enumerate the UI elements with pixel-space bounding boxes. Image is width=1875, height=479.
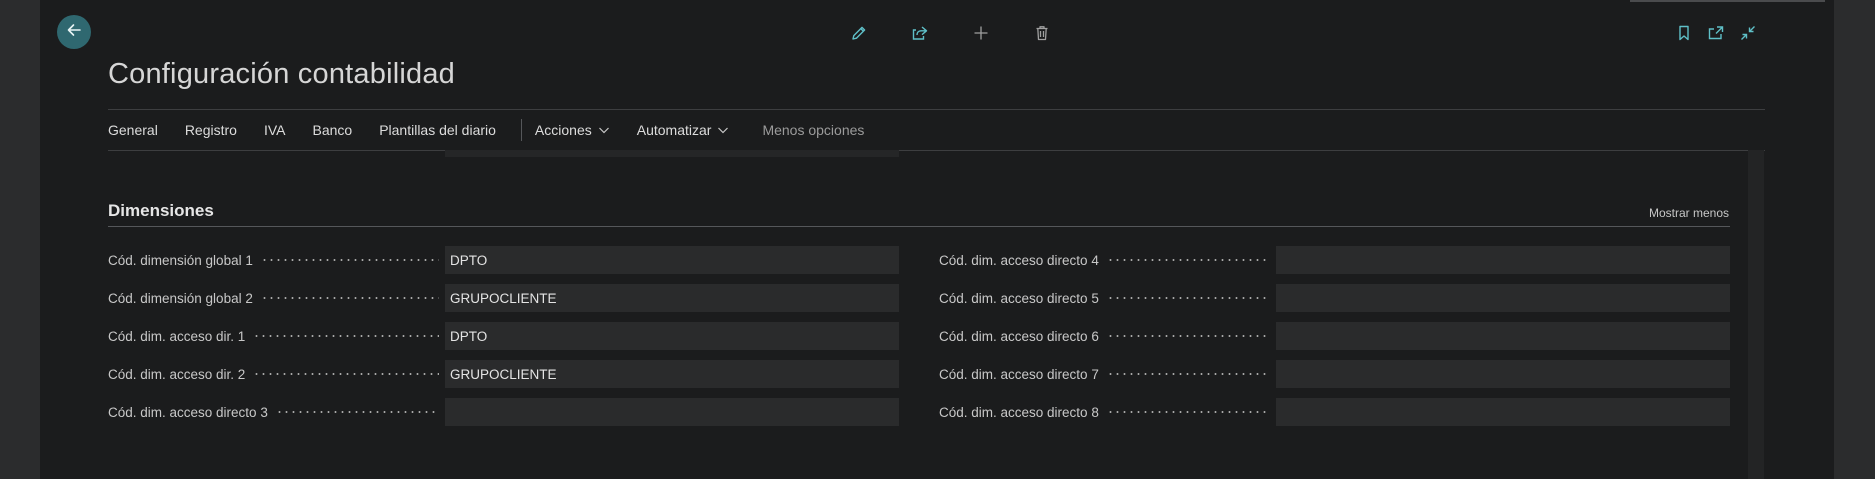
- dotted-leader: [1106, 259, 1270, 261]
- show-less-button[interactable]: Mostrar menos: [1649, 206, 1729, 220]
- field-row: Cód. dim. acceso dir. 1 DPTO: [108, 322, 899, 350]
- tab-registro[interactable]: Registro: [185, 122, 237, 138]
- field-row: Cód. dim. acceso directo 4: [939, 246, 1730, 274]
- dotted-leader: [275, 411, 439, 413]
- shortcut-dimension-3-input[interactable]: [445, 398, 899, 426]
- tab-banco[interactable]: Banco: [312, 122, 352, 138]
- field-row: Cód. dim. acceso dir. 2 GRUPOCLIENTE: [108, 360, 899, 388]
- plus-icon: [972, 24, 990, 47]
- field-label: Cód. dim. acceso directo 4: [939, 252, 1099, 268]
- shortcut-dimension-7-input[interactable]: [1276, 360, 1730, 388]
- dotted-leader: [253, 335, 439, 337]
- arrow-left-icon: [65, 21, 83, 44]
- automate-menu-label: Automatizar: [636, 122, 712, 138]
- field-label: Cód. dim. acceso directo 6: [939, 328, 1099, 344]
- dotted-leader: [1106, 411, 1270, 413]
- shortcut-dimension-1-input[interactable]: DPTO: [445, 322, 899, 350]
- bookmark-icon: [1675, 24, 1693, 47]
- field-label: Cód. dimensión global 2: [108, 290, 253, 306]
- field-row: Cód. dimensión global 1 DPTO: [108, 246, 899, 274]
- field-label: Cód. dim. acceso dir. 1: [108, 328, 246, 344]
- actions-menu-label: Acciones: [534, 122, 592, 138]
- field-label: Cód. dim. acceso directo 7: [939, 366, 1099, 382]
- section-divider: [108, 226, 1730, 227]
- dotted-leader: [260, 297, 439, 299]
- field-row: Cód. dimensión global 2 GRUPOCLIENTE: [108, 284, 899, 312]
- trash-icon: [1033, 24, 1051, 47]
- field-label: Cód. dim. acceso directo 3: [108, 404, 268, 420]
- shortcut-dimension-8-input[interactable]: [1276, 398, 1730, 426]
- dotted-leader: [1106, 335, 1270, 337]
- field-label: Cód. dim. acceso directo 5: [939, 290, 1099, 306]
- dotted-leader: [1106, 297, 1270, 299]
- page-toolbar: [1668, 20, 1764, 50]
- field-row: Cód. dim. acceso directo 6: [939, 322, 1730, 350]
- top-edge-divider: [1630, 0, 1825, 2]
- collapse-button[interactable]: [1732, 20, 1764, 50]
- field-label: Cód. dim. acceso dir. 2: [108, 366, 246, 382]
- field-label: Cód. dimensión global 1: [108, 252, 253, 268]
- page-title: Configuración contabilidad: [108, 58, 455, 90]
- chevron-down-icon: [598, 124, 610, 136]
- field-row: Cód. dim. acceso directo 7: [939, 360, 1730, 388]
- action-bar: General Registro IVA Banco Plantillas de…: [108, 109, 1765, 151]
- nav-divider: [520, 119, 522, 141]
- back-button[interactable]: [57, 15, 91, 49]
- field-row: Cód. dim. acceso directo 3: [108, 398, 899, 426]
- open-new-window-button[interactable]: [1700, 20, 1732, 50]
- shortcut-dimension-6-input[interactable]: [1276, 322, 1730, 350]
- partially-hidden-field: [445, 150, 899, 157]
- shortcut-dimension-2-input[interactable]: GRUPOCLIENTE: [445, 360, 899, 388]
- delete-button[interactable]: [1011, 20, 1072, 50]
- bookmark-button[interactable]: [1668, 20, 1700, 50]
- share-icon: [911, 24, 929, 47]
- dotted-leader: [1106, 373, 1270, 375]
- dotted-leader: [260, 259, 439, 261]
- share-button[interactable]: [889, 20, 950, 50]
- shortcut-dimension-4-input[interactable]: [1276, 246, 1730, 274]
- less-options-button[interactable]: Menos opciones: [762, 122, 864, 138]
- field-label: Cód. dim. acceso directo 8: [939, 404, 1099, 420]
- dotted-leader: [253, 373, 439, 375]
- edit-button[interactable]: [828, 20, 889, 50]
- open-in-new-window-icon: [1707, 24, 1725, 47]
- record-toolbar: [828, 20, 1072, 50]
- global-dimension-2-input[interactable]: GRUPOCLIENTE: [445, 284, 899, 312]
- scrollbar[interactable]: [1748, 150, 1764, 479]
- field-row: Cód. dim. acceso directo 8: [939, 398, 1730, 426]
- tab-plantillas-del-diario[interactable]: Plantillas del diario: [379, 122, 496, 138]
- tab-iva[interactable]: IVA: [264, 122, 286, 138]
- section-title: Dimensiones: [108, 201, 214, 220]
- automate-menu[interactable]: Automatizar: [637, 122, 730, 138]
- shortcut-dimension-5-input[interactable]: [1276, 284, 1730, 312]
- tab-general[interactable]: General: [108, 122, 158, 138]
- pencil-icon: [850, 24, 868, 47]
- global-dimension-1-input[interactable]: DPTO: [445, 246, 899, 274]
- field-row: Cód. dim. acceso directo 5: [939, 284, 1730, 312]
- collapse-icon: [1739, 24, 1757, 47]
- new-button[interactable]: [950, 20, 1011, 50]
- chevron-down-icon: [717, 124, 729, 136]
- actions-menu[interactable]: Acciones: [535, 122, 610, 138]
